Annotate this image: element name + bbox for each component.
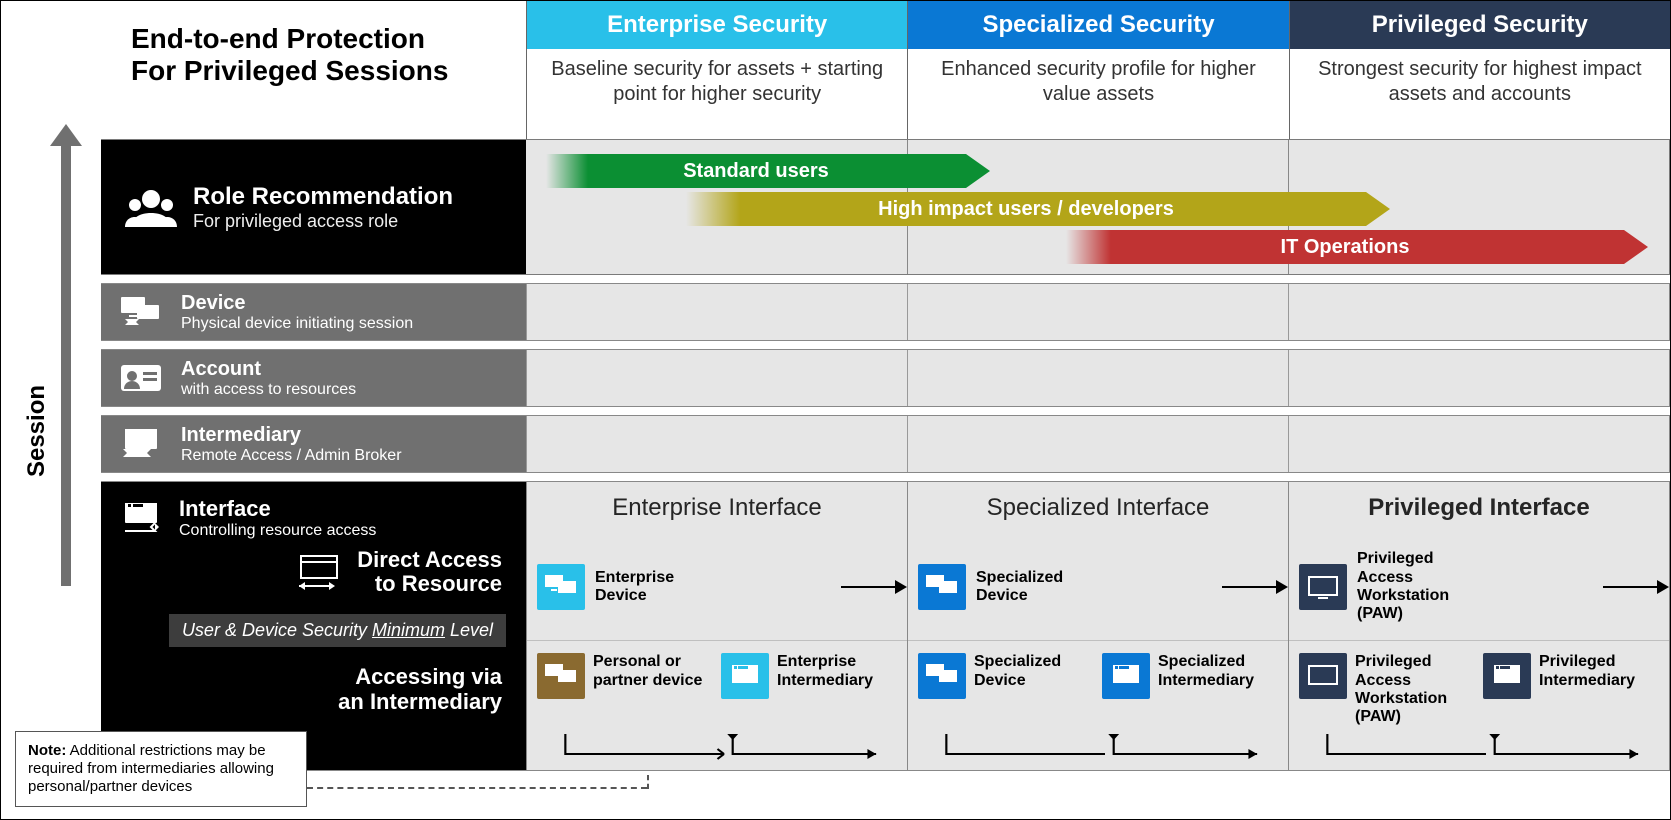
users-icon xyxy=(125,187,177,227)
tier-header-privileged: Privileged Security Strongest security f… xyxy=(1289,1,1670,139)
layer-account-sub: with access to resources xyxy=(181,381,356,399)
layer-account: Accountwith access to resources xyxy=(101,349,1670,407)
layer-intermediary-title: Intermediary xyxy=(181,424,402,447)
personal-device-icon xyxy=(537,653,585,699)
interface-body: Enterprise Interface Enterprise Device P… xyxy=(526,482,1669,770)
layer-device: DevicePhysical device initiating session xyxy=(101,283,1670,341)
via-device-specialized: Specialized Device xyxy=(974,653,1094,690)
iface-title-privileged: Privileged Interface xyxy=(1289,482,1669,534)
layer-account-title: Account xyxy=(181,358,356,381)
layer-intermediary-sub: Remote Access / Admin Broker xyxy=(181,447,402,465)
intermediary-icon-privileged xyxy=(1483,653,1531,699)
session-arrow-icon xyxy=(61,146,71,586)
col-privileged: Privileged Interface Privileged Access W… xyxy=(1288,482,1669,770)
via-intermediary-label: Accessing via an Intermediary xyxy=(338,665,502,713)
via-enterprise: Personal or partner device Enterprise In… xyxy=(527,641,907,770)
minimum-level-label: User & Device Security Minimum Level xyxy=(169,614,506,647)
page-title: End-to-end Protection For Privileged Ses… xyxy=(131,23,506,87)
via-interm-specialized: Specialized Intermediary xyxy=(1158,653,1278,690)
device-icon-specialized xyxy=(918,564,966,610)
via-device-enterprise: Personal or partner device xyxy=(593,653,713,690)
diagram-root: Session End-to-end Protection For Privil… xyxy=(0,0,1671,820)
via-device-privileged: Privileged Access Workstation (PAW) xyxy=(1355,653,1475,727)
via-interm-privileged: Privileged Intermediary xyxy=(1539,653,1659,690)
page-title-block: End-to-end Protection For Privileged Ses… xyxy=(101,1,526,139)
interface-title: Interface xyxy=(179,496,376,522)
intermediary-icon-specialized xyxy=(1102,653,1150,699)
flow-privileged xyxy=(1323,734,1649,762)
interface-row: InterfaceControlling resource access Dir… xyxy=(101,481,1670,771)
note-box: Note: Additional restrictions may be req… xyxy=(15,731,307,807)
role-bar-itops: IT Operations xyxy=(1066,230,1624,264)
intermediary-icon xyxy=(119,427,163,461)
direct-device-privileged: Privileged Access Workstation (PAW) xyxy=(1357,550,1477,624)
via-device-icon-specialized xyxy=(918,653,966,699)
layer-device-sub: Physical device initiating session xyxy=(181,315,413,333)
account-icon xyxy=(119,363,163,393)
interface-icon xyxy=(119,501,163,535)
tier-title-privileged: Privileged Security xyxy=(1290,1,1670,49)
content-grid: End-to-end Protection For Privileged Ses… xyxy=(101,1,1670,819)
note-label: Note: xyxy=(28,742,66,759)
tier-desc-privileged: Strongest security for highest impact as… xyxy=(1290,49,1670,107)
direct-device-enterprise: Enterprise Device xyxy=(595,569,715,606)
tier-title-enterprise: Enterprise Security xyxy=(527,1,907,49)
direct-device-specialized: Specialized Device xyxy=(976,569,1096,606)
role-bar-highimpact: High impact users / developers xyxy=(686,192,1366,226)
direct-specialized: Specialized Device xyxy=(908,534,1288,641)
session-axis-label: Session xyxy=(23,385,51,477)
direct-privileged: Privileged Access Workstation (PAW) xyxy=(1289,534,1669,641)
via-privileged: Privileged Access Workstation (PAW) Priv… xyxy=(1289,641,1669,770)
iface-title-enterprise: Enterprise Interface xyxy=(527,482,907,534)
layer-intermediary: IntermediaryRemote Access / Admin Broker xyxy=(101,415,1670,473)
tier-title-specialized: Specialized Security xyxy=(908,1,1288,49)
note-connector-line xyxy=(307,787,647,789)
window-arrow-icon xyxy=(295,554,343,590)
tier-header-enterprise: Enterprise Security Baseline security fo… xyxy=(526,1,907,139)
iface-title-specialized: Specialized Interface xyxy=(908,482,1288,534)
role-row: Role Recommendation For privileged acces… xyxy=(101,139,1670,275)
device-icon-enterprise xyxy=(537,564,585,610)
role-title: Role Recommendation xyxy=(193,183,453,211)
col-specialized: Specialized Interface Specialized Device… xyxy=(907,482,1288,770)
via-specialized: Specialized Device Specialized Intermedi… xyxy=(908,641,1288,770)
via-device-icon-privileged xyxy=(1299,653,1347,699)
interface-left: InterfaceControlling resource access Dir… xyxy=(101,482,526,770)
role-bar-standard: Standard users xyxy=(546,154,966,188)
tier-desc-specialized: Enhanced security profile for higher val… xyxy=(908,49,1288,107)
session-axis: Session xyxy=(17,291,57,571)
role-bars: Standard users High impact users / devel… xyxy=(526,140,1669,274)
arrow-icon xyxy=(1222,586,1278,588)
tier-header-specialized: Specialized Security Enhanced security p… xyxy=(907,1,1288,139)
role-sub: For privileged access role xyxy=(193,211,453,232)
col-enterprise: Enterprise Interface Enterprise Device P… xyxy=(526,482,907,770)
direct-access-label: Direct Access to Resource xyxy=(357,548,502,596)
tier-desc-enterprise: Baseline security for assets + starting … xyxy=(527,49,907,107)
flow-enterprise xyxy=(561,734,887,762)
role-left: Role Recommendation For privileged acces… xyxy=(101,140,526,274)
header-row: End-to-end Protection For Privileged Ses… xyxy=(101,1,1670,139)
via-interm-enterprise: Enterprise Intermediary xyxy=(777,653,897,690)
device-icon-privileged xyxy=(1299,564,1347,610)
intermediary-icon-enterprise xyxy=(721,653,769,699)
arrow-icon xyxy=(1603,586,1659,588)
arrow-icon xyxy=(841,586,897,588)
device-icon xyxy=(119,295,163,329)
interface-sub: Controlling resource access xyxy=(179,522,376,540)
flow-specialized xyxy=(942,734,1268,762)
layer-device-title: Device xyxy=(181,292,413,315)
direct-enterprise: Enterprise Device xyxy=(527,534,907,641)
